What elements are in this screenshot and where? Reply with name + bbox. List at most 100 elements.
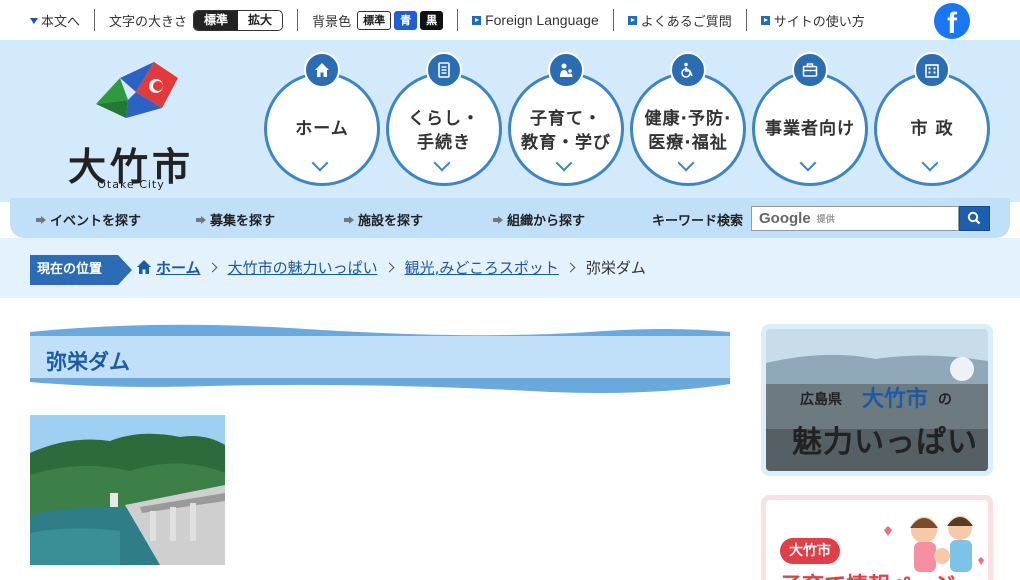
utility-bar: 本文へ 文字の大きさ 標準 拡大 背景色 標準 青 黒 Foreign Lang… <box>0 0 1020 40</box>
banner-particle: の <box>938 392 952 408</box>
font-size-standard-button[interactable]: 標準 <box>194 10 239 30</box>
chevron-right-icon <box>207 262 218 272</box>
arrow-down-icon <box>30 18 38 24</box>
google-brand: Google <box>759 210 811 227</box>
bg-standard-button[interactable]: 標準 <box>357 10 392 30</box>
chevron-right-icon <box>384 262 395 272</box>
chevron-down-icon <box>311 154 329 172</box>
find-events-link[interactable]: イベントを探す <box>36 210 141 229</box>
arrow-right-icon <box>196 215 206 224</box>
banner-city-name: 大竹市 <box>862 387 929 412</box>
background-color-control: 背景色 標準 青 黒 <box>312 10 444 30</box>
briefcase-icon <box>792 52 828 88</box>
home-icon <box>304 52 340 88</box>
wheelchair-icon <box>670 52 706 88</box>
divider <box>297 9 299 31</box>
font-size-control: 文字の大きさ 標準 拡大 <box>109 9 284 31</box>
site-logo[interactable]: 大竹市 Otake City <box>66 52 196 192</box>
city-attractions-banner[interactable]: 広島県 大竹市 の 魅力いっぱい <box>761 324 993 476</box>
main-content: 弥栄ダム 広島県 大竹市 の 魅力いっぱい 大竹市 <box>10 298 1010 580</box>
bg-black-button[interactable]: 黒 <box>420 10 444 30</box>
title-wave-decoration <box>30 324 730 393</box>
page-title: 弥栄ダム <box>46 350 130 374</box>
arrow-right-icon <box>36 215 46 224</box>
arrow-right-icon <box>344 215 354 224</box>
foreign-language-link[interactable]: Foreign Language <box>472 12 599 28</box>
search-icon <box>967 211 981 225</box>
current-location-label: 現在の位置 <box>30 255 132 285</box>
font-size-label: 文字の大きさ <box>109 14 188 30</box>
search-provided-label: 提供 <box>816 214 835 224</box>
arrow-right-icon <box>760 15 770 25</box>
keyword-search-label: キーワード検索 <box>652 214 744 229</box>
chevron-down-icon <box>799 154 817 172</box>
document-icon <box>426 52 462 88</box>
search-input[interactable]: Google 提供 <box>751 206 959 231</box>
parent-child-icon <box>548 52 584 88</box>
nav-health[interactable]: 健康·予防· 医療·福祉 <box>630 72 746 186</box>
faq-link[interactable]: よくあるご質問 <box>627 11 732 30</box>
arrow-right-icon <box>493 215 503 224</box>
banner-image: 大竹市 子育て情報ページ <box>766 500 988 580</box>
logo-subtitle: Otake City <box>97 178 165 191</box>
find-recruitment-label: 募集を探す <box>210 214 276 229</box>
nav-home[interactable]: ホーム <box>264 72 380 186</box>
bg-color-label: 背景色 <box>312 14 352 30</box>
dam-photo <box>30 415 225 565</box>
skip-label: 本文へ <box>41 14 81 30</box>
nav-childcare[interactable]: 子育て・ 教育・学び <box>508 72 624 186</box>
find-by-organization-link[interactable]: 組織から探す <box>493 210 585 229</box>
divider <box>457 9 459 31</box>
nav-childcare-label: 子育て・ 教育・学び <box>521 109 611 153</box>
building-icon <box>914 52 950 88</box>
banner-childcare-text: 子育て情報ページ <box>780 568 956 580</box>
faq-label: よくあるご質問 <box>640 14 732 30</box>
nav-home-label: ホーム <box>295 119 349 139</box>
nav-living[interactable]: くらし・ 手続き <box>386 72 502 186</box>
search-button[interactable] <box>959 206 990 231</box>
divider <box>94 9 96 31</box>
breadcrumb-current: 弥栄ダム <box>585 258 646 277</box>
divider <box>612 9 614 31</box>
chevron-down-icon <box>921 154 939 172</box>
divider <box>745 9 747 31</box>
find-recruitment-link[interactable]: 募集を探す <box>196 210 275 229</box>
site-guide-label: サイトの使い方 <box>773 14 865 30</box>
breadcrumb: 現在の位置 ホーム 大竹市の魅力いっぱい 観光,みどころスポット 弥栄ダム <box>0 238 1020 298</box>
breadcrumb-trail: ホーム 大竹市の魅力いっぱい 観光,みどころスポット 弥栄ダム <box>136 256 646 278</box>
nav-city-label: 市 政 <box>910 119 954 139</box>
page-title-banner <box>30 322 730 398</box>
find-by-organization-label: 組織から探す <box>507 214 586 229</box>
find-facilities-label: 施設を探す <box>358 214 424 229</box>
breadcrumb-home-link[interactable]: ホーム <box>156 257 201 278</box>
breadcrumb-sightseeing-link[interactable]: 観光,みどころスポット <box>405 257 559 278</box>
foreign-language-label: Foreign Language <box>485 12 599 28</box>
breadcrumb-attractions-link[interactable]: 大竹市の魅力いっぱい <box>228 257 378 278</box>
chevron-down-icon <box>433 154 451 172</box>
arrow-right-icon <box>627 15 637 25</box>
bg-blue-button[interactable]: 青 <box>394 10 418 30</box>
childcare-info-banner[interactable]: 大竹市 子育て情報ページ <box>761 495 993 580</box>
chevron-down-icon <box>677 154 695 172</box>
secondary-nav: イベントを探す 募集を探す 施設を探す 組織から探す キーワード検索 Googl… <box>10 198 1010 238</box>
banner-image: 広島県 大竹市 の 魅力いっぱい <box>766 329 988 471</box>
nav-living-label: くらし・ 手続き <box>408 109 480 153</box>
find-facilities-link[interactable]: 施設を探す <box>344 210 423 229</box>
banner-main-text: 魅力いっぱい <box>792 425 978 460</box>
facebook-icon[interactable]: f <box>934 3 970 40</box>
site-guide-link[interactable]: サイトの使い方 <box>760 11 865 30</box>
home-icon <box>137 260 151 274</box>
city-emblem-icon <box>96 62 178 118</box>
banner-prefix: 広島県 <box>800 392 842 408</box>
skip-to-content-link[interactable]: 本文へ <box>30 11 80 30</box>
nav-business[interactable]: 事業者向け <box>752 72 868 186</box>
chevron-right-icon <box>565 262 576 272</box>
font-size-large-button[interactable]: 拡大 <box>238 10 283 30</box>
chevron-down-icon <box>555 154 573 172</box>
nav-business-label: 事業者向け <box>765 119 855 139</box>
site-header: 大竹市 Otake City ホーム くらし・ 手続き 子育て・ 教育・学び 健… <box>0 40 1020 202</box>
find-events-label: イベントを探す <box>50 214 142 229</box>
arrow-right-icon <box>472 15 482 25</box>
nav-city-admin[interactable]: 市 政 <box>874 72 990 186</box>
banner-city-badge: 大竹市 <box>780 538 840 564</box>
